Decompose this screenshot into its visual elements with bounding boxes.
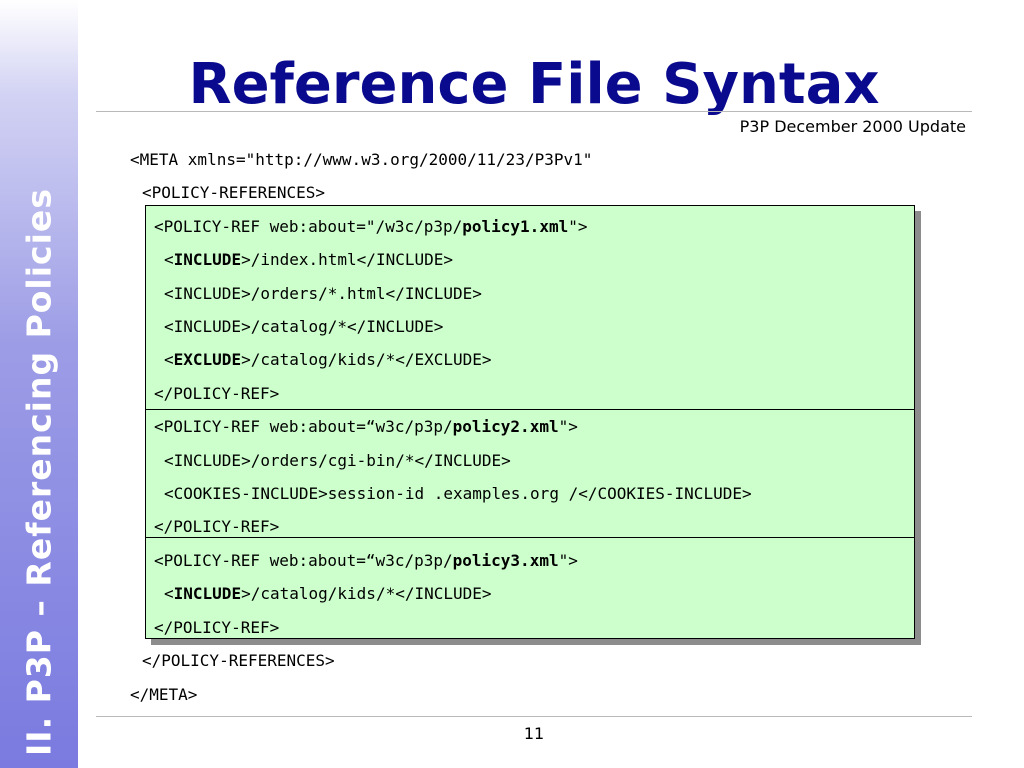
slide-title: Reference File Syntax xyxy=(188,52,880,117)
code-meta-close: </META> xyxy=(130,685,198,704)
code-references-close: </POLICY-REFERENCES> xyxy=(142,651,335,670)
policy2-filename: policy2.xml xyxy=(452,417,559,436)
code-policy2-open: <POLICY-REF web:about=“w3c/p3p/policy2.x… xyxy=(154,417,578,436)
code-policy1-include-3: <INCLUDE>/catalog/*</INCLUDE> xyxy=(164,317,444,336)
policy-ref-divider-2 xyxy=(145,537,914,538)
code-policy1-exclude: <EXCLUDE>/catalog/kids/*</EXCLUDE> xyxy=(164,350,492,369)
page-number: 11 xyxy=(523,724,545,743)
code-policy3-include: <INCLUDE>/catalog/kids/*</INCLUDE> xyxy=(164,584,492,603)
top-divider xyxy=(96,111,972,112)
policy1-filename: policy1.xml xyxy=(462,217,569,236)
code-references-open: <POLICY-REFERENCES> xyxy=(142,183,326,202)
sidebar-label: II. P3P – Referencing Policies xyxy=(19,188,59,756)
code-policy2-close: </POLICY-REF> xyxy=(154,517,280,536)
code-policy1-open: <POLICY-REF web:about="/w3c/p3p/policy1.… xyxy=(154,217,588,236)
bottom-divider xyxy=(96,716,972,717)
sidebar-band: II. P3P – Referencing Policies xyxy=(0,0,78,768)
policy3-filename: policy3.xml xyxy=(452,551,559,570)
code-policy3-close: </POLICY-REF> xyxy=(154,618,280,637)
code-policy2-include: <INCLUDE>/orders/cgi-bin/*</INCLUDE> xyxy=(164,451,511,470)
code-policy1-include-2: <INCLUDE>/orders/*.html</INCLUDE> xyxy=(164,284,482,303)
slide-subtitle: P3P December 2000 Update xyxy=(739,117,966,136)
code-policy3-open: <POLICY-REF web:about=“w3c/p3p/policy3.x… xyxy=(154,551,578,570)
policy-ref-divider-1 xyxy=(145,409,914,410)
code-policy1-close: </POLICY-REF> xyxy=(154,384,280,403)
code-policy2-cookies-include: <COOKIES-INCLUDE>session-id .examples.or… xyxy=(164,484,752,503)
code-policy1-include-1: <INCLUDE>/index.html</INCLUDE> xyxy=(164,250,453,269)
code-meta-open: <META xmlns="http://www.w3.org/2000/11/2… xyxy=(130,150,593,169)
